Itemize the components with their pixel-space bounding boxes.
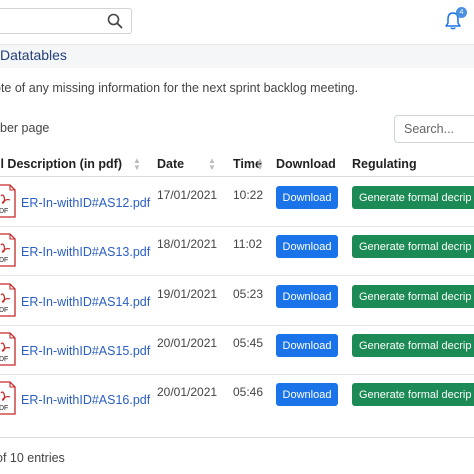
row-divider: [0, 374, 474, 375]
notification-badge: 4: [456, 7, 467, 18]
sort-icon[interactable]: ▲ ▼: [208, 157, 216, 173]
date-cell: 17/01/2021: [157, 188, 218, 202]
download-button[interactable]: Download: [276, 334, 338, 357]
svg-text:DF: DF: [0, 405, 8, 412]
file-link[interactable]: ER-In-withID#AS13.pdf: [21, 245, 150, 259]
download-button[interactable]: Download: [276, 186, 338, 209]
time-cell: 05:23: [233, 287, 264, 301]
card-description: ote of any missing information for the n…: [0, 81, 359, 95]
table-footer-divider: [0, 437, 474, 438]
column-header-description[interactable]: ll Description (in pdf): [0, 157, 122, 171]
file-link[interactable]: ER-In-withID#AS14.pdf: [21, 295, 150, 309]
time-cell: 11:02: [233, 237, 263, 251]
pdf-file-icon: DF: [0, 233, 16, 267]
date-cell: 20/01/2021: [157, 336, 218, 350]
generate-description-button[interactable]: Generate formal decrip: [352, 334, 474, 357]
download-button[interactable]: Download: [276, 285, 338, 308]
time-cell: 05:45: [233, 336, 264, 350]
generate-description-button[interactable]: Generate formal decrip: [352, 383, 474, 406]
svg-text:DF: DF: [0, 307, 8, 314]
date-cell: 20/01/2021: [157, 385, 218, 399]
generate-description-button[interactable]: Generate formal decrip: [352, 285, 474, 308]
row-divider: [0, 325, 474, 326]
global-search-input[interactable]: [0, 8, 132, 34]
column-header-download: Download: [276, 157, 336, 171]
pdf-file-icon: DF: [0, 332, 16, 366]
entries-info: of 10 entries: [0, 451, 65, 465]
pdf-file-icon: DF: [0, 283, 16, 317]
row-divider: [0, 275, 474, 276]
time-cell: 10:22: [233, 188, 264, 202]
svg-text:DF: DF: [0, 208, 8, 215]
top-bar: 4: [0, 0, 474, 45]
column-header-regulating: Regulating: [352, 157, 417, 171]
download-button[interactable]: Download: [276, 235, 338, 258]
table-search-input[interactable]: [394, 115, 474, 143]
time-cell: 05:46: [233, 385, 264, 399]
sort-icon[interactable]: ▲ ▼: [256, 157, 264, 173]
generate-description-button[interactable]: Generate formal decrip: [352, 235, 474, 258]
svg-text:DF: DF: [0, 257, 8, 264]
file-link[interactable]: ER-In-withID#AS12.pdf: [21, 196, 150, 210]
svg-text:DF: DF: [0, 356, 8, 363]
download-button[interactable]: Download: [276, 383, 338, 406]
entries-per-page-label: ber page: [0, 121, 50, 135]
table-header-divider: [0, 176, 474, 177]
file-link[interactable]: ER-In-withID#AS15.pdf: [21, 344, 150, 358]
sort-icon[interactable]: ▲ ▼: [133, 157, 141, 173]
date-cell: 19/01/2021: [157, 287, 218, 301]
pdf-file-icon: DF: [0, 381, 16, 415]
page-title: Datatables: [0, 47, 67, 63]
row-divider: [0, 226, 474, 227]
pdf-file-icon: DF: [0, 184, 16, 218]
search-icon[interactable]: [107, 13, 123, 29]
date-cell: 18/01/2021: [157, 237, 218, 251]
generate-description-button[interactable]: Generate formal decrip: [352, 186, 474, 209]
column-header-date[interactable]: Date: [157, 157, 184, 171]
file-link[interactable]: ER-In-withID#AS16.pdf: [21, 393, 150, 407]
